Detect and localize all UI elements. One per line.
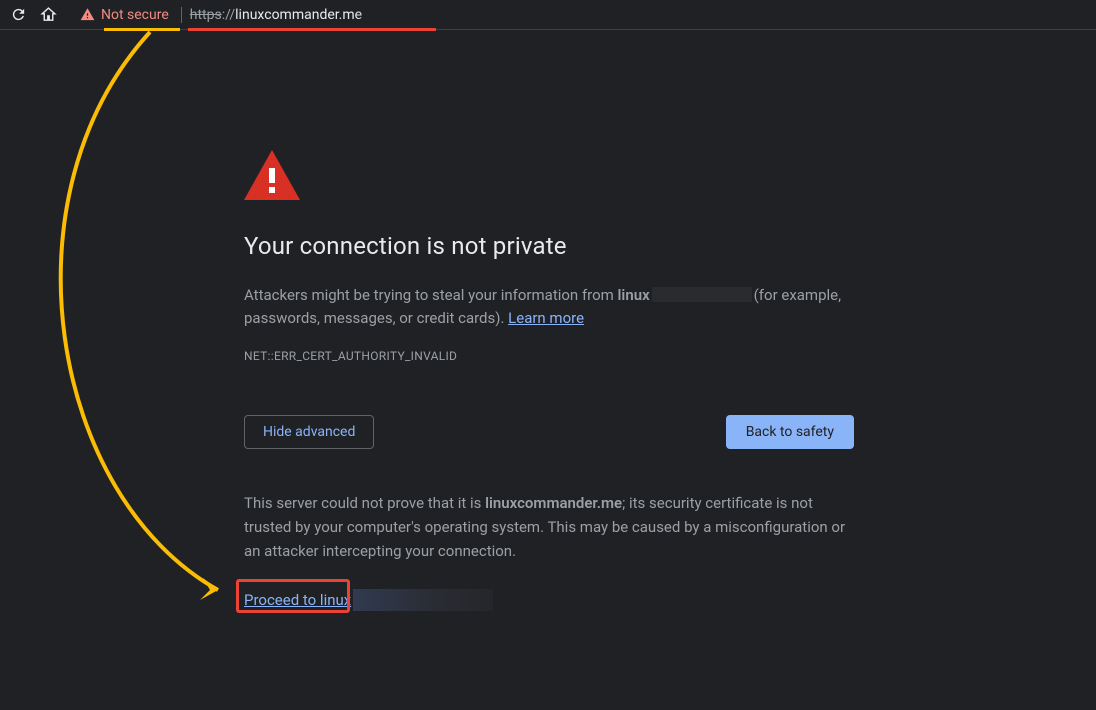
warning-triangle-icon (80, 7, 95, 22)
reload-button[interactable] (4, 1, 32, 29)
url-text: https://linuxcommander.me (190, 7, 362, 23)
home-icon (40, 6, 57, 23)
proceed-link[interactable]: Proceed to linux (244, 591, 351, 609)
proceed-area: Proceed to linux (244, 589, 854, 611)
security-status-chip[interactable]: Not secure (76, 7, 173, 23)
home-button[interactable] (34, 1, 62, 29)
back-to-safety-button[interactable]: Back to safety (726, 415, 854, 449)
page-heading: Your connection is not private (244, 232, 854, 260)
hide-advanced-button[interactable]: Hide advanced (244, 415, 374, 449)
url-fade-overlay (354, 1, 514, 29)
address-bar[interactable]: Not secure https://linuxcommander.me (76, 1, 362, 29)
button-row: Hide advanced Back to safety (244, 415, 854, 449)
divider (181, 7, 182, 23)
warn-domain: linux (618, 286, 650, 304)
url-domain: linux (235, 7, 264, 23)
redacted-domain-part (652, 287, 752, 302)
warning-paragraph: Attackers might be trying to steal your … (244, 284, 854, 331)
reload-icon (10, 6, 27, 23)
warning-icon (244, 150, 854, 204)
browser-toolbar: Not secure https://linuxcommander.me (0, 0, 1096, 30)
not-secure-label: Not secure (101, 7, 169, 23)
redacted-proceed-suffix (353, 589, 493, 611)
interstitial-content: Your connection is not private Attackers… (244, 150, 854, 611)
url-sep: :// (222, 7, 235, 23)
advanced-details: This server could not prove that it is l… (244, 491, 854, 563)
url-protocol: https (190, 7, 222, 23)
learn-more-link[interactable]: Learn more (508, 309, 584, 327)
details-domain: linuxcommander.me (485, 494, 622, 512)
error-code: NET::ERR_CERT_AUTHORITY_INVALID (244, 349, 854, 363)
